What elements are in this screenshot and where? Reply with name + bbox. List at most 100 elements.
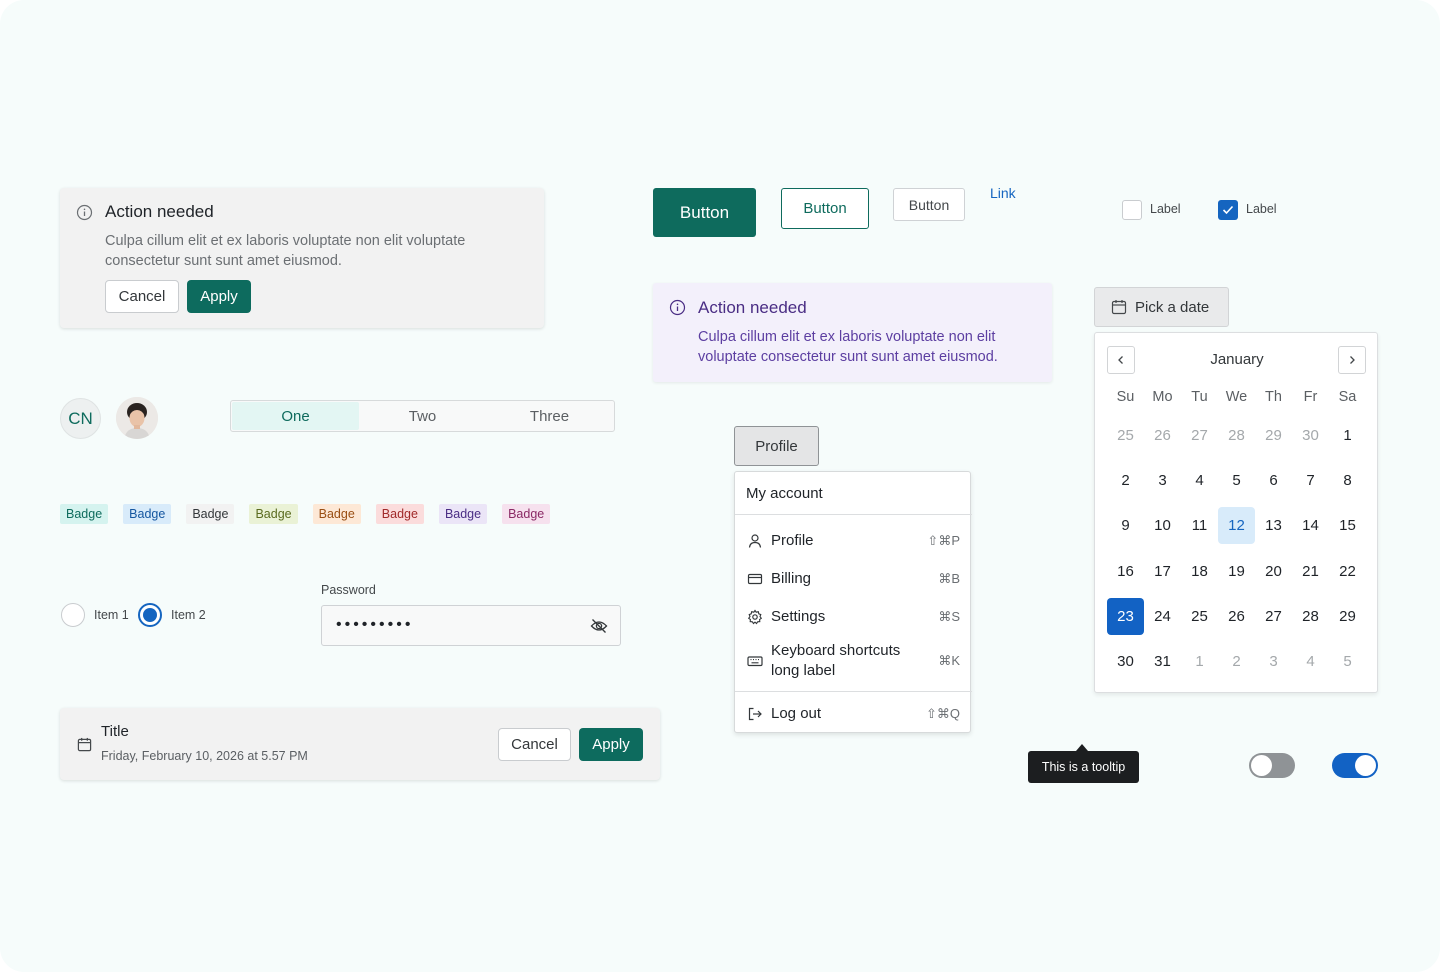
segment-item-one[interactable]: One <box>232 402 359 430</box>
calendar-day[interactable]: 11 <box>1181 503 1218 548</box>
calendar-day[interactable]: 16 <box>1107 549 1144 594</box>
calendar-day-today[interactable]: 12 <box>1218 503 1255 548</box>
calendar-day[interactable]: 9 <box>1107 503 1144 548</box>
eye-off-icon[interactable] <box>590 617 608 635</box>
radio-dot <box>143 608 157 622</box>
calendar-day[interactable]: 22 <box>1329 549 1366 594</box>
calendar-day[interactable]: 31 <box>1144 639 1181 684</box>
calendar-day[interactable]: 7 <box>1292 458 1329 503</box>
menu-item-label: Settings <box>771 608 826 625</box>
outline-button[interactable]: Button <box>781 188 869 229</box>
info-icon <box>76 204 93 221</box>
calendar-day[interactable]: 1 <box>1181 639 1218 684</box>
badge: Badge <box>249 504 298 524</box>
toggle-on[interactable] <box>1332 753 1378 778</box>
primary-button[interactable]: Button <box>653 188 756 237</box>
calendar-day[interactable]: 6 <box>1255 458 1292 503</box>
weekday-label: We <box>1225 389 1248 405</box>
calendar-day-number: 18 <box>1191 562 1208 580</box>
toggle-off[interactable] <box>1249 753 1295 778</box>
avatar-photo <box>116 397 158 439</box>
card-title: Title <box>101 723 129 740</box>
menu-item-keyboard-shortcuts[interactable]: Keyboard shortcuts long label ⌘K <box>735 638 972 684</box>
calendar-day[interactable]: 17 <box>1144 549 1181 594</box>
calendar-day[interactable]: 14 <box>1292 503 1329 548</box>
calendar-day[interactable]: 3 <box>1255 639 1292 684</box>
calendar-day[interactable]: 24 <box>1144 594 1181 639</box>
profile-menu-trigger[interactable]: Profile <box>734 426 819 466</box>
calendar-day[interactable]: 20 <box>1255 549 1292 594</box>
calendar-day[interactable]: 30 <box>1292 413 1329 458</box>
calendar-day[interactable]: 21 <box>1292 549 1329 594</box>
calendar-day[interactable]: 2 <box>1107 458 1144 503</box>
credit-card-icon <box>747 571 763 587</box>
calendar-day[interactable]: 10 <box>1144 503 1181 548</box>
apply-button[interactable]: Apply <box>187 280 251 313</box>
calendar-day[interactable]: 1 <box>1329 413 1366 458</box>
calendar-day[interactable]: 8 <box>1329 458 1366 503</box>
radio-item-2[interactable] <box>138 603 162 627</box>
calendar-day-number: 26 <box>1228 607 1245 625</box>
menu-item-billing[interactable]: Billing ⌘B <box>735 562 972 596</box>
tooltip: This is a tooltip <box>1028 751 1139 783</box>
checkbox-checked[interactable] <box>1218 200 1238 220</box>
calendar-day[interactable]: 28 <box>1218 413 1255 458</box>
calendar-day[interactable]: 13 <box>1255 503 1292 548</box>
calendar-day-number: 16 <box>1117 562 1134 580</box>
calendar-day[interactable]: 27 <box>1255 594 1292 639</box>
menu-item-profile[interactable]: Profile ⇧⌘P <box>735 524 972 558</box>
calendar-day[interactable]: 4 <box>1292 639 1329 684</box>
calendar-day-number: 3 <box>1158 472 1167 490</box>
alert-title: Action needed <box>105 202 214 221</box>
badge-row: Badge Badge Badge Badge Badge Badge Badge Badge <box>60 504 551 524</box>
calendar-day-number: 9 <box>1121 517 1130 535</box>
calendar-day[interactable]: 18 <box>1181 549 1218 594</box>
date-picker-trigger[interactable]: Pick a date <box>1094 287 1229 327</box>
alert-message: Culpa cillum elit et ex laboris voluptat… <box>698 329 998 365</box>
password-label: Password <box>321 583 376 597</box>
calendar-day-number: 23 <box>1107 597 1144 635</box>
segment-item-three[interactable]: Three <box>486 402 613 430</box>
menu-item-logout[interactable]: Log out ⇧⌘Q <box>735 697 972 731</box>
toggle-knob <box>1251 755 1272 776</box>
calendar-day[interactable]: 3 <box>1144 458 1181 503</box>
weekday-label: Th <box>1265 389 1282 405</box>
calendar-day[interactable]: 29 <box>1255 413 1292 458</box>
menu-item-settings[interactable]: Settings ⌘S <box>735 600 972 634</box>
segmented-control: One Two Three <box>230 400 615 432</box>
apply-button[interactable]: Apply <box>579 728 643 761</box>
calendar-day-selected[interactable]: 23 <box>1107 594 1144 639</box>
calendar-day-number: 14 <box>1302 517 1319 535</box>
calendar-day[interactable]: 5 <box>1218 458 1255 503</box>
link[interactable]: Link <box>990 185 1016 201</box>
checkbox-unchecked[interactable] <box>1122 200 1142 220</box>
calendar-day-number: 22 <box>1339 562 1356 580</box>
calendar-day[interactable]: 25 <box>1107 413 1144 458</box>
cancel-button[interactable]: Cancel <box>498 728 571 761</box>
calendar-day[interactable]: 26 <box>1218 594 1255 639</box>
calendar-day[interactable]: 30 <box>1107 639 1144 684</box>
calendar-day[interactable]: 27 <box>1181 413 1218 458</box>
cancel-button[interactable]: Cancel <box>105 280 179 313</box>
password-field[interactable]: ••••••••• <box>321 605 621 646</box>
calendar-day[interactable]: 29 <box>1329 594 1366 639</box>
segment-item-two[interactable]: Two <box>359 402 486 430</box>
calendar-day[interactable]: 15 <box>1329 503 1366 548</box>
calendar-day[interactable]: 25 <box>1181 594 1218 639</box>
menu-divider <box>735 514 972 515</box>
calendar-day-number: 17 <box>1154 562 1171 580</box>
calendar-day-number: 25 <box>1191 607 1208 625</box>
calendar-day-number: 5 <box>1232 472 1241 490</box>
calendar-day[interactable]: 2 <box>1218 639 1255 684</box>
card-subtitle: Friday, February 10, 2026 at 5.57 PM <box>101 749 308 763</box>
calendar-day[interactable]: 19 <box>1218 549 1255 594</box>
radio-item-1[interactable] <box>61 603 85 627</box>
next-month-button[interactable] <box>1338 346 1366 374</box>
secondary-button[interactable]: Button <box>893 188 965 221</box>
calendar-day[interactable]: 5 <box>1329 639 1366 684</box>
calendar-day[interactable]: 4 <box>1181 458 1218 503</box>
calendar-day-number: 4 <box>1195 472 1204 490</box>
badge: Badge <box>502 504 551 524</box>
calendar-day[interactable]: 26 <box>1144 413 1181 458</box>
calendar-day[interactable]: 28 <box>1292 594 1329 639</box>
